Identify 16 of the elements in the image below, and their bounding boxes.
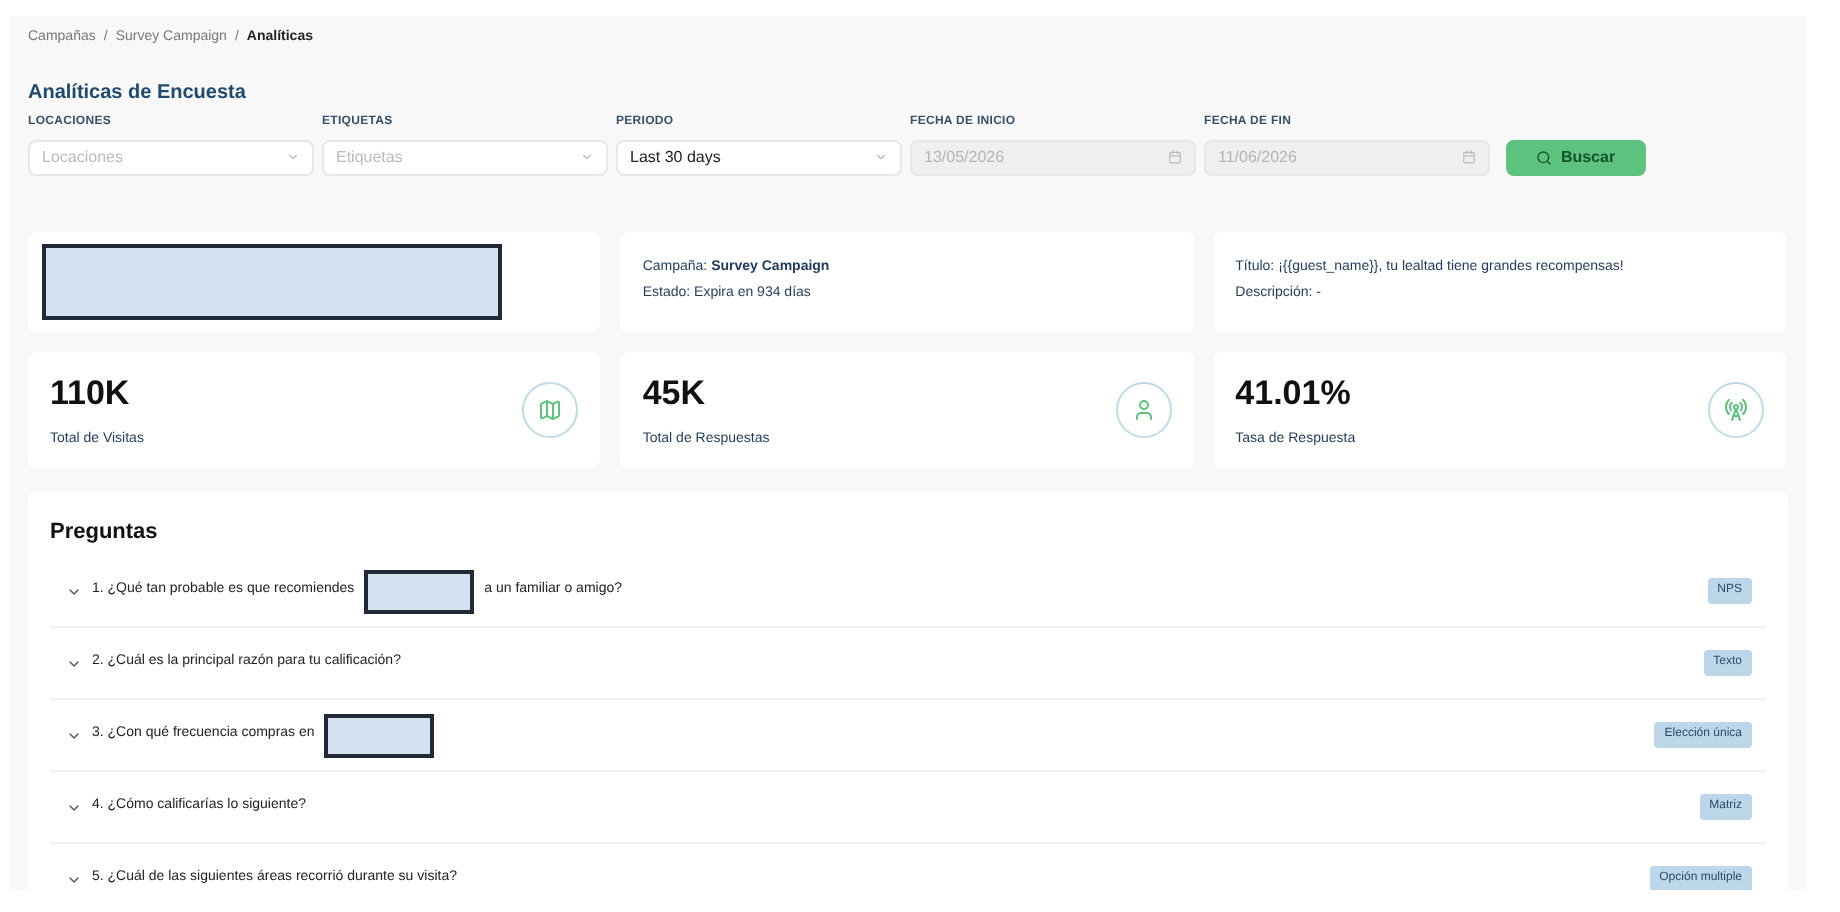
calendar-icon — [1462, 150, 1476, 164]
antenna-icon — [1708, 381, 1764, 437]
chevron-icon — [874, 150, 888, 164]
user-icon — [1115, 381, 1172, 437]
search-button[interactable]: Buscar — [1506, 139, 1646, 175]
calendar-icon — [1168, 150, 1182, 164]
stat-value: 110K — [50, 371, 132, 415]
chevron-icon — [286, 150, 300, 164]
search-icon — [1536, 149, 1553, 165]
chevron-icon — [580, 150, 594, 164]
page-title: Analíticas de Encuesta — [28, 79, 248, 107]
select-field[interactable]: Last 30 days — [616, 139, 902, 175]
section-title: Preguntas — [50, 517, 160, 547]
stat-value: 45K — [642, 371, 708, 415]
map-icon — [522, 381, 579, 437]
stat-value: 41.01% — [1235, 371, 1353, 415]
